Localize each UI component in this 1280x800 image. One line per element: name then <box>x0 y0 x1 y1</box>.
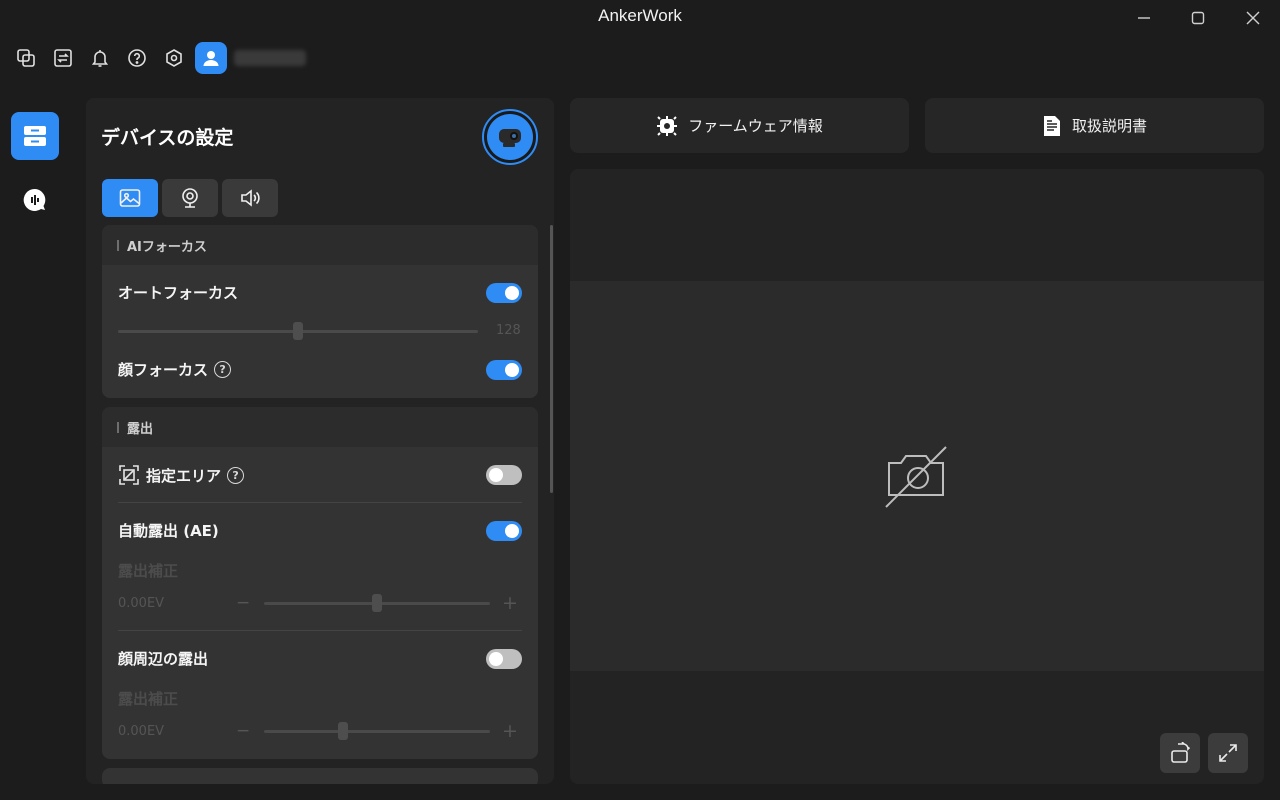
close-button[interactable] <box>1238 4 1268 32</box>
divider <box>118 630 522 631</box>
tab-audio[interactable] <box>222 179 278 217</box>
maximize-button[interactable] <box>1183 4 1213 32</box>
settings-hex-icon <box>166 49 182 67</box>
area-toggle[interactable] <box>486 465 522 485</box>
focus-slider-thumb[interactable] <box>293 322 303 340</box>
face-focus-label: 顔フォーカス <box>118 361 209 379</box>
face-exposure-plus-button[interactable]: + <box>502 720 518 742</box>
chip-gear-icon <box>657 115 678 136</box>
firmware-info-label: ファームウェア情報 <box>688 117 823 135</box>
face-exposure-comp-value: 0.00EV <box>118 724 165 739</box>
title-bar: AnkerWork <box>0 0 1280 36</box>
tab-image[interactable] <box>102 179 158 217</box>
face-focus-toggle[interactable] <box>486 360 522 380</box>
nav-recorder[interactable] <box>11 176 59 224</box>
autofocus-toggle[interactable] <box>486 283 522 303</box>
expand-icon <box>1219 744 1237 762</box>
settings-scrollbar[interactable] <box>550 225 553 493</box>
webcam-tab-icon <box>182 188 198 208</box>
face-exposure-minus-button[interactable]: − <box>236 721 250 741</box>
area-label: 指定エリア <box>146 466 222 485</box>
transfer-icon <box>54 49 72 67</box>
window-switch-icon <box>17 49 35 67</box>
device-settings-icon <box>24 126 46 146</box>
user-manual-button[interactable]: 取扱説明書 <box>925 98 1264 153</box>
autofocus-label: オートフォーカス <box>118 284 239 302</box>
face-exposure-label: 顔周辺の露出 <box>118 650 209 668</box>
section-header: AIフォーカス <box>102 225 538 265</box>
window-switch-button[interactable] <box>14 46 38 70</box>
document-icon <box>1043 115 1060 136</box>
camera-off-icon <box>885 446 947 508</box>
next-section-card <box>102 768 538 784</box>
divider <box>118 502 522 503</box>
username: •••••••• <box>234 50 306 66</box>
minimize-button[interactable] <box>1129 4 1159 32</box>
settings-button[interactable] <box>162 46 186 70</box>
face-focus-help-icon[interactable]: ? <box>214 361 232 378</box>
ai-focus-title: AIフォーカス <box>127 239 207 255</box>
face-focus-row-label: 顔フォーカス ? <box>118 359 232 380</box>
camera-preview-area <box>570 169 1264 784</box>
close-icon <box>1246 11 1260 25</box>
device-settings-panel: デバイスの設定 AIフォーカス オートフォーカス 128 顔フォーカス ? 露出… <box>86 98 554 784</box>
tab-webcam[interactable] <box>162 179 218 217</box>
area-help-icon[interactable]: ? <box>227 466 245 484</box>
page-title: デバイスの設定 <box>101 127 234 149</box>
rotate-icon <box>1171 742 1191 763</box>
nav-device-settings[interactable] <box>11 112 59 160</box>
face-exposure-comp-label: 露出補正 <box>118 690 179 708</box>
minimize-icon <box>1138 17 1150 19</box>
webcam-device-icon <box>487 114 533 160</box>
notification-button[interactable] <box>88 46 112 70</box>
exposure-minus-button[interactable]: − <box>236 593 250 613</box>
transfer-button[interactable] <box>51 46 75 70</box>
ae-toggle[interactable] <box>486 521 522 541</box>
exposure-comp-label: 露出補正 <box>118 562 179 580</box>
speaker-tab-icon <box>241 189 260 207</box>
face-exposure-toggle[interactable] <box>486 649 522 669</box>
focus-area-icon <box>119 465 139 485</box>
ai-focus-card: AIフォーカス オートフォーカス 128 顔フォーカス ? <box>102 225 538 398</box>
ae-label: 自動露出 (AE) <box>118 522 219 540</box>
focus-value: 128 <box>496 323 521 338</box>
help-button[interactable] <box>125 46 149 70</box>
exposure-comp-value: 0.00EV <box>118 596 165 611</box>
face-exposure-slider-track <box>264 730 490 733</box>
exposure-slider-thumb[interactable] <box>372 594 382 612</box>
maximize-icon <box>1191 11 1205 25</box>
area-row-label: 指定エリア ? <box>118 464 245 486</box>
help-icon <box>128 49 146 67</box>
bell-icon <box>91 50 109 67</box>
rotate-button[interactable] <box>1160 733 1200 773</box>
exposure-card: 露出 指定エリア ? 自動露出 (AE) 露出補正 0.00EV − + 顔周辺… <box>102 407 538 759</box>
face-exposure-slider-thumb[interactable] <box>338 722 349 740</box>
section-header: 露出 <box>102 407 538 447</box>
image-tab-icon <box>119 189 141 207</box>
fullscreen-button[interactable] <box>1208 733 1248 773</box>
audio-recorder-icon <box>23 188 46 211</box>
exposure-plus-button[interactable]: + <box>502 592 518 614</box>
user-manual-label: 取扱説明書 <box>1071 117 1147 135</box>
app-title: AnkerWork <box>598 6 682 25</box>
device-thumbnail[interactable] <box>482 109 538 165</box>
exposure-title: 露出 <box>127 421 154 437</box>
user-icon <box>203 51 219 66</box>
firmware-info-button[interactable]: ファームウェア情報 <box>570 98 909 153</box>
avatar[interactable] <box>195 42 227 74</box>
